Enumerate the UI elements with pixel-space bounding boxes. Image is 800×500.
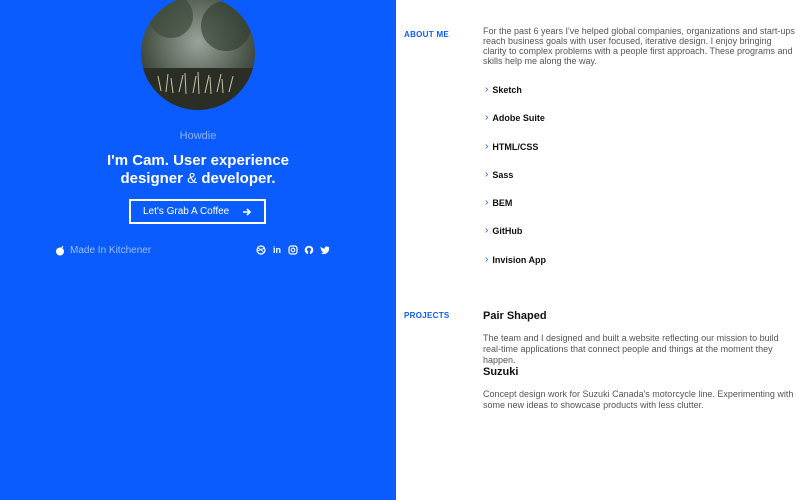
chevron-right-icon: › xyxy=(485,168,489,180)
linkedin-icon[interactable]: in xyxy=(272,245,282,255)
location-text: Made In Kitchener xyxy=(70,245,152,256)
avatar xyxy=(141,0,255,110)
content-panel: ABOUT ME For the past 6 years I've helpe… xyxy=(396,0,800,500)
arrow-right-icon xyxy=(242,207,252,217)
chevron-right-icon: › xyxy=(485,253,489,265)
dribbble-icon[interactable] xyxy=(256,245,266,255)
greeting-text: Howdie xyxy=(179,130,217,142)
headline-line-2: designer & developer. xyxy=(0,170,396,188)
chevron-right-icon: › xyxy=(485,140,489,152)
chevron-right-icon: › xyxy=(485,225,489,237)
skill-label: Sass xyxy=(492,169,514,180)
grab-coffee-label: Let's Grab A Coffee xyxy=(143,206,230,217)
github-icon[interactable] xyxy=(304,245,314,255)
project-title[interactable]: Pair Shaped xyxy=(483,310,547,322)
skills-list: › Sketch › Adobe Suite › HTML/CSS › Sass › BE… xyxy=(485,85,546,283)
skill-label: Adobe Suite xyxy=(492,113,545,124)
skill-label: GitHub xyxy=(492,226,523,237)
headline-line-1: I'm Cam. User experience xyxy=(107,152,289,169)
skill-label: Invision App xyxy=(492,254,547,265)
skill-item: › BEM xyxy=(485,198,546,226)
headline-designer: designer xyxy=(120,170,183,187)
projects-label: PROJECTS xyxy=(404,311,450,320)
social-links: in xyxy=(256,245,336,255)
skill-label: BEM xyxy=(492,198,513,209)
about-me-text: For the past 6 years I've helped global … xyxy=(483,26,795,66)
skill-item: › Adobe Suite xyxy=(485,113,546,141)
chevron-right-icon: › xyxy=(485,197,489,209)
profile-panel: Howdie I'm Cam. User experience designer… xyxy=(0,0,396,500)
skill-label: HTML/CSS xyxy=(492,141,539,152)
bomb-icon xyxy=(55,245,65,256)
headline: I'm Cam. User experience designer & deve… xyxy=(0,152,396,188)
skill-item: › HTML/CSS xyxy=(485,140,546,170)
chevron-right-icon: › xyxy=(485,112,489,124)
chevron-right-icon: › xyxy=(485,84,489,95)
skill-label: Sketch xyxy=(492,85,522,95)
location-info: Made In Kitchener xyxy=(55,245,151,256)
skill-item: › Invision App xyxy=(485,253,547,283)
skill-item: › Sketch xyxy=(485,85,546,113)
skill-item: › GitHub xyxy=(485,226,546,254)
project-description: Concept design work for Suzuki Canada's … xyxy=(483,389,794,410)
project-description: The team and I designed and built a webs… xyxy=(483,333,779,365)
skill-item: › Sass xyxy=(485,168,546,198)
grab-coffee-button[interactable]: Let's Grab A Coffee xyxy=(129,199,266,224)
project-title[interactable]: Suzuki xyxy=(483,366,518,378)
headline-ampersand: & xyxy=(182,170,202,187)
twitter-icon[interactable] xyxy=(320,245,330,255)
instagram-icon[interactable] xyxy=(288,245,298,255)
headline-developer: developer. xyxy=(201,170,276,187)
about-me-label: ABOUT ME xyxy=(404,30,450,39)
